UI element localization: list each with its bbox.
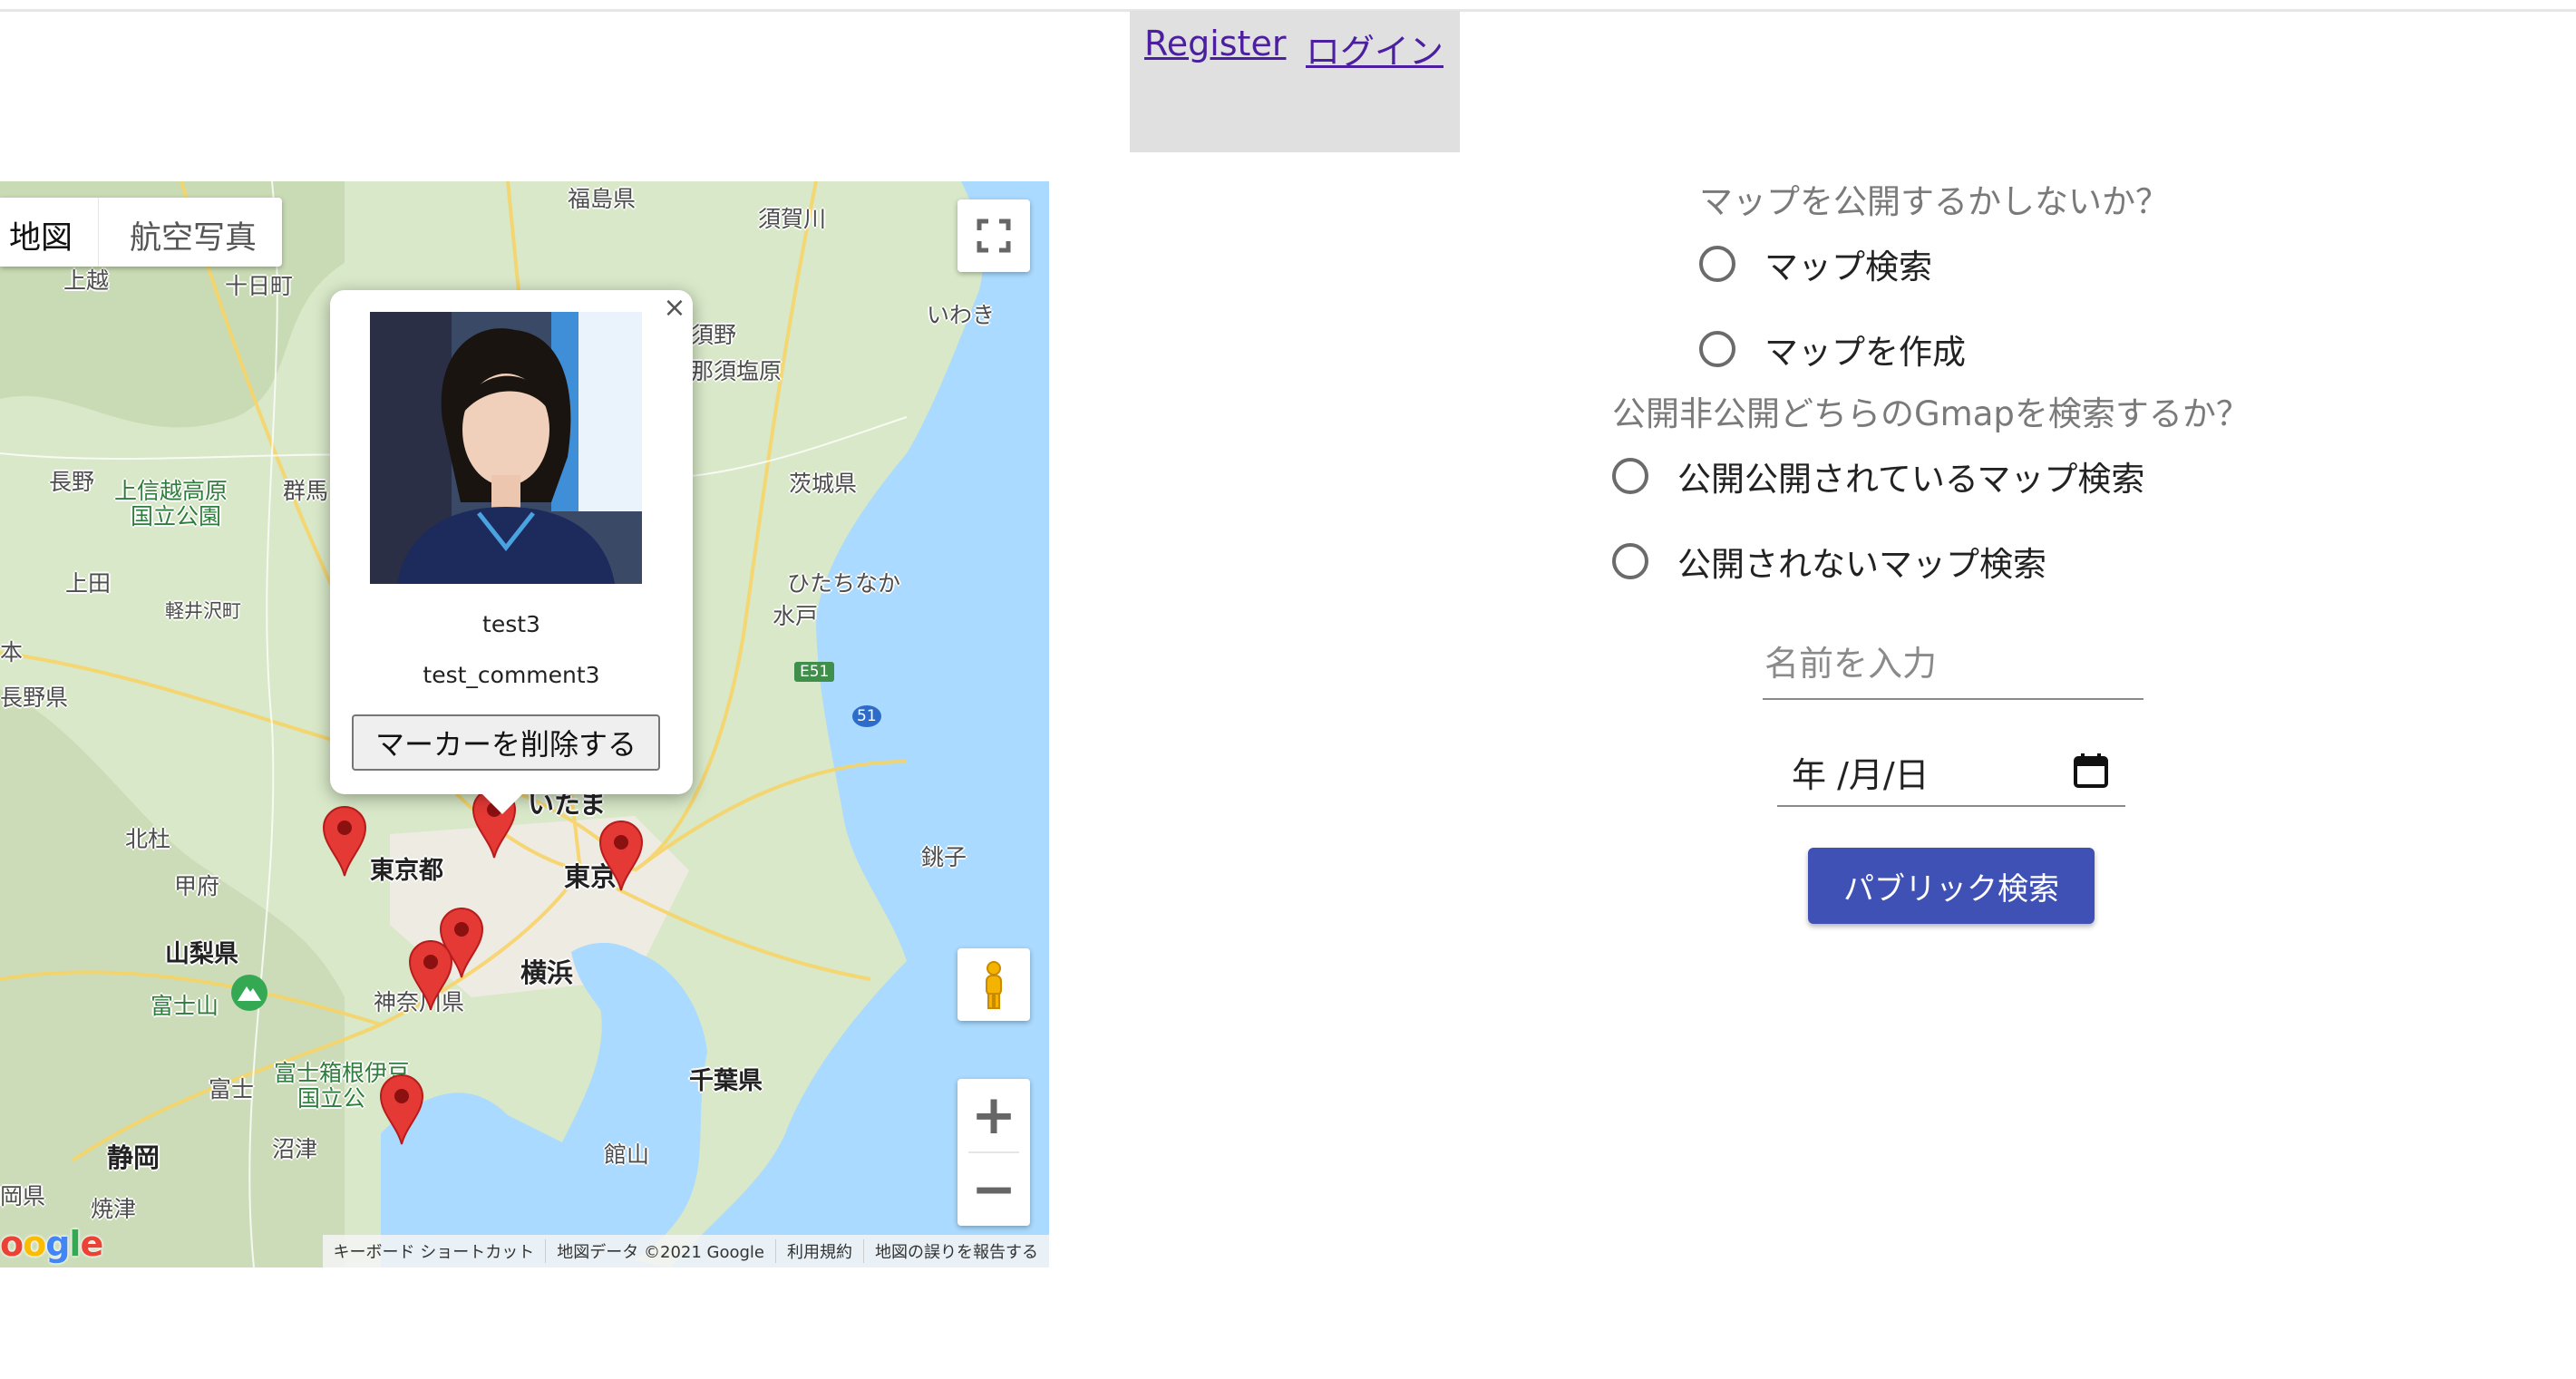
zoom-in-button[interactable]: +	[957, 1079, 1030, 1151]
logo-letter: o	[0, 1224, 24, 1264]
radio-label: 公開公開されているマップ検索	[1677, 460, 2145, 499]
radio-private-maps[interactable]: 公開されないマップ検索	[1612, 537, 2046, 586]
info-window-tail	[482, 794, 522, 814]
map-place-label: 国立公	[297, 1085, 366, 1112]
portrait-image	[370, 312, 642, 584]
map-place-label: 長野県	[0, 685, 69, 711]
map-place-label: 軽井沢町	[165, 600, 241, 622]
map-marker[interactable]	[322, 805, 367, 878]
map-place-label: 須野	[691, 322, 737, 348]
map-place-label: 岡県	[0, 1183, 46, 1209]
terms-link[interactable]: 利用規約	[775, 1239, 863, 1263]
marker-info-window: × test3 test_comment3 マーカーを削除する	[330, 290, 693, 814]
map-place-label: 館山	[604, 1141, 650, 1168]
highway-shield: E51	[794, 662, 835, 682]
close-icon[interactable]: ×	[662, 292, 687, 324]
marker-comment: test_comment3	[423, 662, 600, 688]
map-place-label: 那須塩原	[691, 358, 783, 384]
register-link[interactable]: Register	[1144, 24, 1286, 63]
map-type-control: 地図 航空写真	[0, 198, 283, 267]
map-place-label: 上田	[65, 570, 112, 597]
radio-map-search[interactable]: マップ検索	[1699, 239, 1932, 288]
fullscreen-button[interactable]	[957, 199, 1030, 272]
zoom-out-button[interactable]: −	[957, 1153, 1030, 1226]
map-place-label: 群馬	[283, 478, 329, 504]
radio-label: マップを作成	[1764, 333, 1966, 372]
pegman-icon	[986, 961, 1002, 1009]
zoom-control: + −	[957, 1079, 1030, 1226]
map-place-label: 須賀川	[758, 206, 827, 232]
map-place-label: いわき	[927, 302, 996, 328]
radio-button[interactable]	[1612, 543, 1648, 579]
map-place-label: 横浜	[520, 957, 574, 988]
map-place-label: 銚子	[921, 844, 967, 870]
map-place-label: 富士	[209, 1076, 255, 1102]
map-marker[interactable]	[408, 939, 453, 1012]
login-link[interactable]: ログイン	[1306, 24, 1444, 73]
radio-button[interactable]	[1699, 331, 1735, 367]
marker-title: test3	[482, 611, 540, 637]
map-type-satellite-button[interactable]: 航空写真	[98, 198, 282, 267]
map-place-label: 国立公園	[131, 503, 222, 529]
map-place-label: 焼津	[91, 1196, 137, 1222]
google-logo[interactable]: oogle	[0, 1224, 103, 1264]
map-data-attribution: 地図データ ©2021 Google	[545, 1239, 775, 1263]
date-input[interactable]: 年 /月/日	[1777, 740, 2125, 807]
mountain-icon	[231, 975, 267, 1011]
keyboard-shortcuts-link[interactable]: キーボード ショートカット	[323, 1239, 546, 1263]
map-type-roadmap-button[interactable]: 地図	[0, 198, 98, 267]
map-place-label: 上越	[63, 267, 110, 294]
logo-letter: e	[80, 1224, 103, 1264]
calendar-icon[interactable]	[2071, 751, 2111, 791]
map-place-label: 水戸	[773, 603, 819, 629]
radio-button[interactable]	[1699, 246, 1735, 282]
map-place-label: ひたちなか	[787, 570, 901, 597]
marker-photo	[370, 312, 642, 584]
map-place-label: 茨城県	[789, 471, 858, 497]
name-input[interactable]	[1763, 629, 2143, 700]
logo-letter: g	[45, 1224, 70, 1264]
map-place-label: 福島県	[568, 186, 637, 212]
map-place-label: 長野	[49, 469, 95, 495]
google-map[interactable]: 福島県 須賀川 十日町 上越 いわき 那須塩原 須野 長野 上信越高原 国立公園…	[0, 181, 1049, 1267]
fullscreen-icon	[977, 219, 1011, 253]
map-place-label: 静岡	[107, 1142, 160, 1173]
radio-label: マップ検索	[1764, 248, 1932, 286]
radio-create-map[interactable]: マップを作成	[1699, 325, 1966, 374]
scope-question: 公開非公開どちらのGmapを検索するか？	[1612, 394, 2250, 433]
map-place-label: 山梨県	[165, 940, 238, 968]
route-shield: 51	[852, 705, 881, 727]
map-place-label: 富士山	[151, 993, 219, 1019]
delete-marker-button[interactable]: マーカーを削除する	[352, 714, 660, 771]
public-search-button[interactable]: パブリック検索	[1808, 848, 2095, 924]
date-input-value: 年 /月/日	[1792, 755, 1930, 795]
report-error-link[interactable]: 地図の誤りを報告する	[863, 1239, 1049, 1263]
map-place-label: 十日町	[225, 273, 294, 299]
logo-letter: o	[23, 1224, 46, 1264]
map-place-label: 沼津	[272, 1136, 318, 1162]
radio-button[interactable]	[1612, 458, 1648, 494]
radio-public-maps[interactable]: 公開公開されているマップ検索	[1612, 452, 2144, 500]
visibility-question: マップを公開するかしないか？	[1699, 182, 2169, 221]
map-attribution-bar: キーボード ショートカット 地図データ ©2021 Google 利用規約 地図…	[322, 1235, 1049, 1267]
map-place-label: 本	[0, 639, 24, 665]
header-nav: Register ログイン	[1130, 11, 1460, 152]
map-marker[interactable]	[379, 1073, 424, 1146]
map-place-label: 東京都	[370, 857, 443, 885]
map-place-label: 北杜	[125, 826, 171, 852]
map-place-label: 甲府	[174, 873, 220, 899]
map-marker[interactable]	[598, 820, 644, 892]
logo-letter: l	[69, 1224, 81, 1264]
street-view-button[interactable]	[957, 948, 1030, 1021]
radio-label: 公開されないマップ検索	[1677, 545, 2046, 584]
map-place-label: 千葉県	[689, 1067, 763, 1095]
